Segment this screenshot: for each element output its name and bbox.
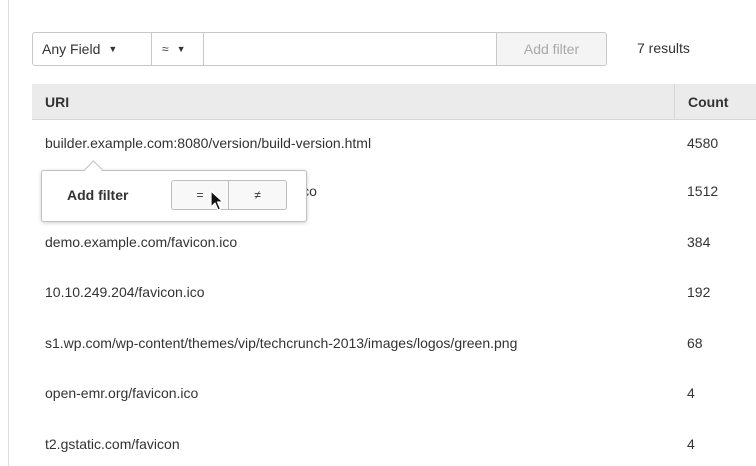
table-row: t2.gstatic.com/favicon 4 — [32, 419, 756, 466]
table-row: open-emr.org/favicon.ico 4 — [32, 368, 756, 419]
uri-cell[interactable]: 10.10.249.204/favicon.ico — [32, 284, 674, 300]
results-count: 7 results — [637, 40, 690, 56]
column-header-uri[interactable]: URI — [32, 84, 674, 119]
equals-filter-button[interactable]: = — [171, 180, 229, 210]
not-equals-filter-button[interactable]: ≠ — [229, 180, 287, 210]
results-table: URI Count builder.example.com:8080/versi… — [32, 84, 756, 466]
operator-select-label: ≈ — [162, 42, 169, 56]
chevron-down-icon: ▼ — [108, 44, 118, 54]
chevron-down-icon: ▼ — [176, 44, 186, 54]
divider — [8, 0, 9, 466]
table-row: demo.example.com/favicon.ico 384 — [32, 217, 756, 268]
uri-cell[interactable]: t2.gstatic.com/favicon — [32, 436, 674, 452]
count-cell: 192 — [687, 284, 711, 301]
page: Any Field ▼ ≈ ▼ Add filter 7 results URI… — [0, 0, 756, 466]
table-header: URI Count — [32, 84, 756, 120]
count-cell: 4 — [687, 435, 695, 452]
field-select[interactable]: Any Field ▼ — [32, 32, 152, 66]
filter-value-input[interactable] — [204, 32, 497, 66]
add-filter-button[interactable]: Add filter — [497, 32, 607, 66]
table-row: s1.wp.com/wp-content/themes/vip/techcrun… — [32, 318, 756, 369]
uri-cell[interactable]: s1.wp.com/wp-content/themes/vip/techcrun… — [32, 335, 674, 351]
uri-cell[interactable]: demo.example.com/favicon.ico — [32, 234, 674, 250]
filter-bar: Any Field ▼ ≈ ▼ Add filter — [32, 32, 607, 66]
uri-cell[interactable]: builder.example.com:8080/version/build-v… — [32, 135, 674, 151]
operator-select[interactable]: ≈ ▼ — [152, 32, 204, 66]
uri-cell[interactable]: open-emr.org/favicon.ico — [32, 385, 674, 401]
filter-operator-buttons: = ≠ — [171, 180, 287, 210]
count-cell: 4 — [687, 385, 695, 402]
popover-label: Add filter — [67, 187, 129, 203]
column-header-count[interactable]: Count — [674, 84, 756, 119]
count-cell: 4580 — [687, 135, 719, 151]
table-row: builder.example.com:8080/version/build-v… — [32, 120, 756, 166]
count-cell: 68 — [687, 334, 703, 351]
count-cell: 1512 — [687, 183, 719, 200]
table-row: 10.10.249.204/favicon.ico 192 — [32, 267, 756, 318]
add-filter-popover: Add filter = ≠ — [41, 170, 307, 222]
count-cell: 384 — [687, 233, 711, 250]
field-select-label: Any Field — [42, 41, 101, 57]
